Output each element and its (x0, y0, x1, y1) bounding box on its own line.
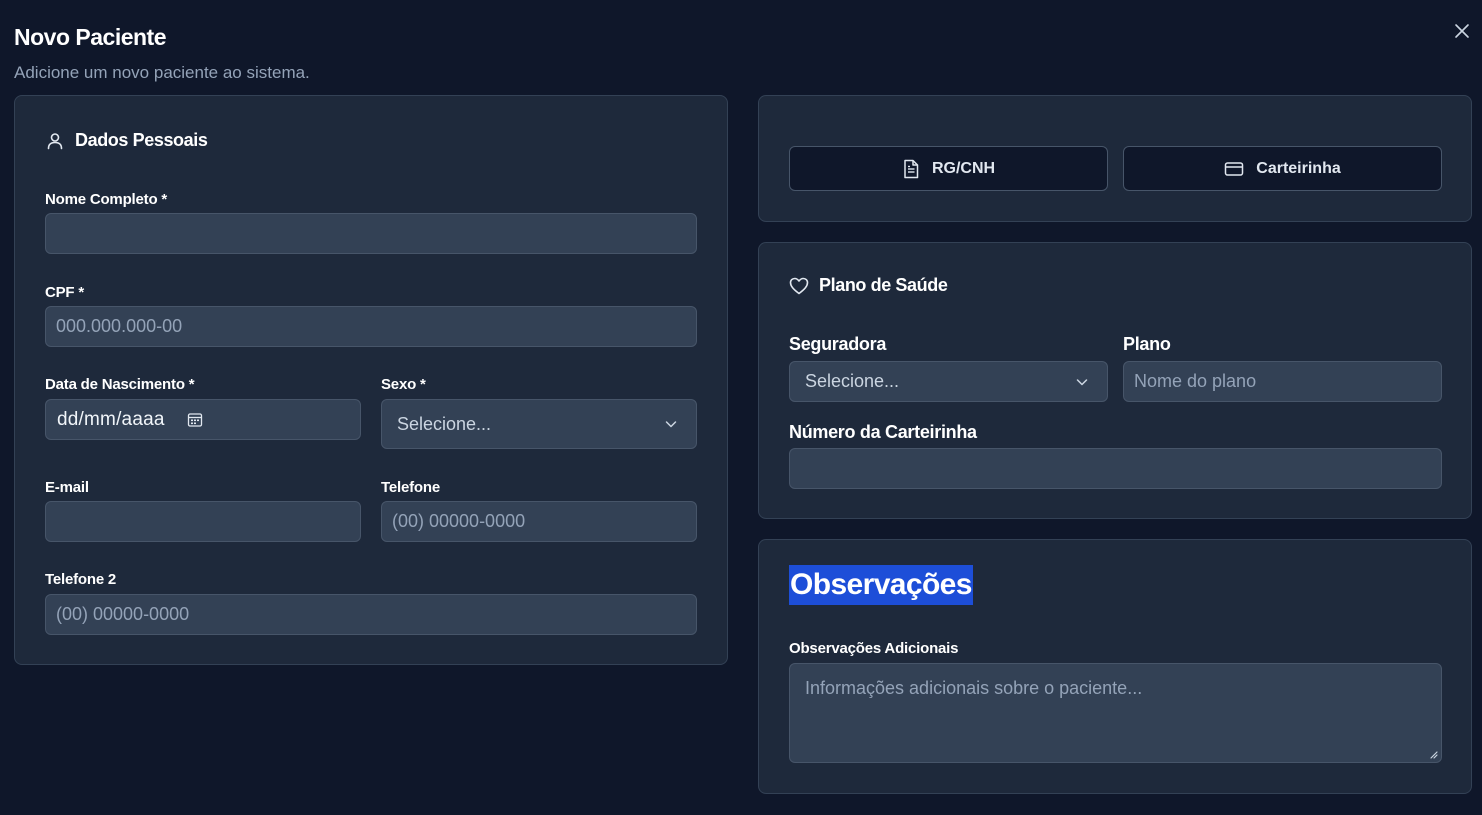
card-number-label: Número da Carteirinha (789, 422, 977, 442)
card-number-field[interactable] (789, 448, 1442, 489)
insurer-label: Seguradora (789, 334, 887, 354)
notes-title: Observações (789, 565, 973, 605)
sex-select[interactable]: Selecione... (381, 399, 697, 449)
notes-textarea[interactable] (805, 678, 1426, 748)
chevron-down-icon (1075, 375, 1089, 389)
personal-data-title: Dados Pessoais (75, 130, 208, 150)
full-name-label: Nome Completo * (45, 191, 168, 208)
health-insurance-header: Plano de Saúde (789, 275, 948, 296)
personal-data-header: Dados Pessoais (45, 130, 208, 151)
email-input[interactable] (56, 511, 360, 532)
heart-icon (789, 277, 809, 294)
documents-card: RG/CNH Carteirinha (758, 95, 1472, 222)
plan-field[interactable] (1123, 361, 1442, 402)
file-text-icon (904, 159, 919, 178)
insurer-select[interactable]: Selecione... (789, 361, 1108, 402)
personal-data-card: Dados Pessoais Nome Completo * CPF * Dat… (14, 95, 728, 665)
cpf-label: CPF * (45, 284, 85, 301)
plan-input[interactable] (1134, 371, 1441, 392)
phone2-label: Telefone 2 (45, 571, 117, 588)
phone-field[interactable] (381, 501, 697, 542)
notes-field[interactable] (789, 663, 1442, 763)
chevron-down-icon (664, 417, 678, 431)
phone-label: Telefone (381, 479, 440, 496)
resize-grip-icon[interactable] (1429, 750, 1438, 759)
email-label: E-mail (45, 479, 89, 496)
insurer-select-value: Selecione... (805, 371, 900, 391)
birth-date-value: dd/mm/aaaa (57, 408, 165, 430)
new-patient-dialog: Novo Paciente Adicione um novo paciente … (0, 0, 1482, 815)
calendar-icon[interactable] (187, 412, 203, 428)
notes-card: Observações Observações Adicionais (758, 539, 1472, 794)
close-icon (1455, 24, 1469, 38)
dialog-subtitle: Adicione um novo paciente ao sistema. (14, 63, 310, 82)
dialog-title: Novo Paciente (14, 24, 167, 50)
health-insurance-title: Plano de Saúde (819, 275, 948, 295)
birth-date-label: Data de Nascimento * (45, 376, 195, 393)
full-name-field[interactable] (45, 213, 697, 254)
credit-card-icon (1225, 161, 1244, 176)
phone2-field[interactable] (45, 594, 697, 635)
phone-input[interactable] (392, 511, 696, 532)
phone2-input[interactable] (56, 604, 696, 625)
card-label: Carteirinha (1256, 159, 1341, 177)
sex-select-value: Selecione... (397, 413, 492, 434)
notes-label: Observações Adicionais (789, 640, 959, 657)
card-button[interactable]: Carteirinha (1123, 146, 1442, 191)
birth-date-field[interactable]: dd/mm/aaaa (45, 399, 361, 440)
rg-cnh-label: RG/CNH (931, 159, 996, 177)
sex-label: Sexo * (381, 376, 426, 393)
close-button[interactable] (1451, 20, 1473, 42)
user-icon (47, 132, 63, 149)
health-insurance-card: Plano de Saúde Seguradora Selecione... P… (758, 242, 1472, 519)
cpf-field[interactable] (45, 306, 697, 347)
full-name-input[interactable] (56, 223, 696, 244)
plan-label: Plano (1123, 334, 1171, 354)
card-number-input[interactable] (800, 458, 1441, 479)
cpf-input[interactable] (56, 316, 696, 337)
email-field[interactable] (45, 501, 361, 542)
rg-cnh-button[interactable]: RG/CNH (789, 146, 1108, 191)
